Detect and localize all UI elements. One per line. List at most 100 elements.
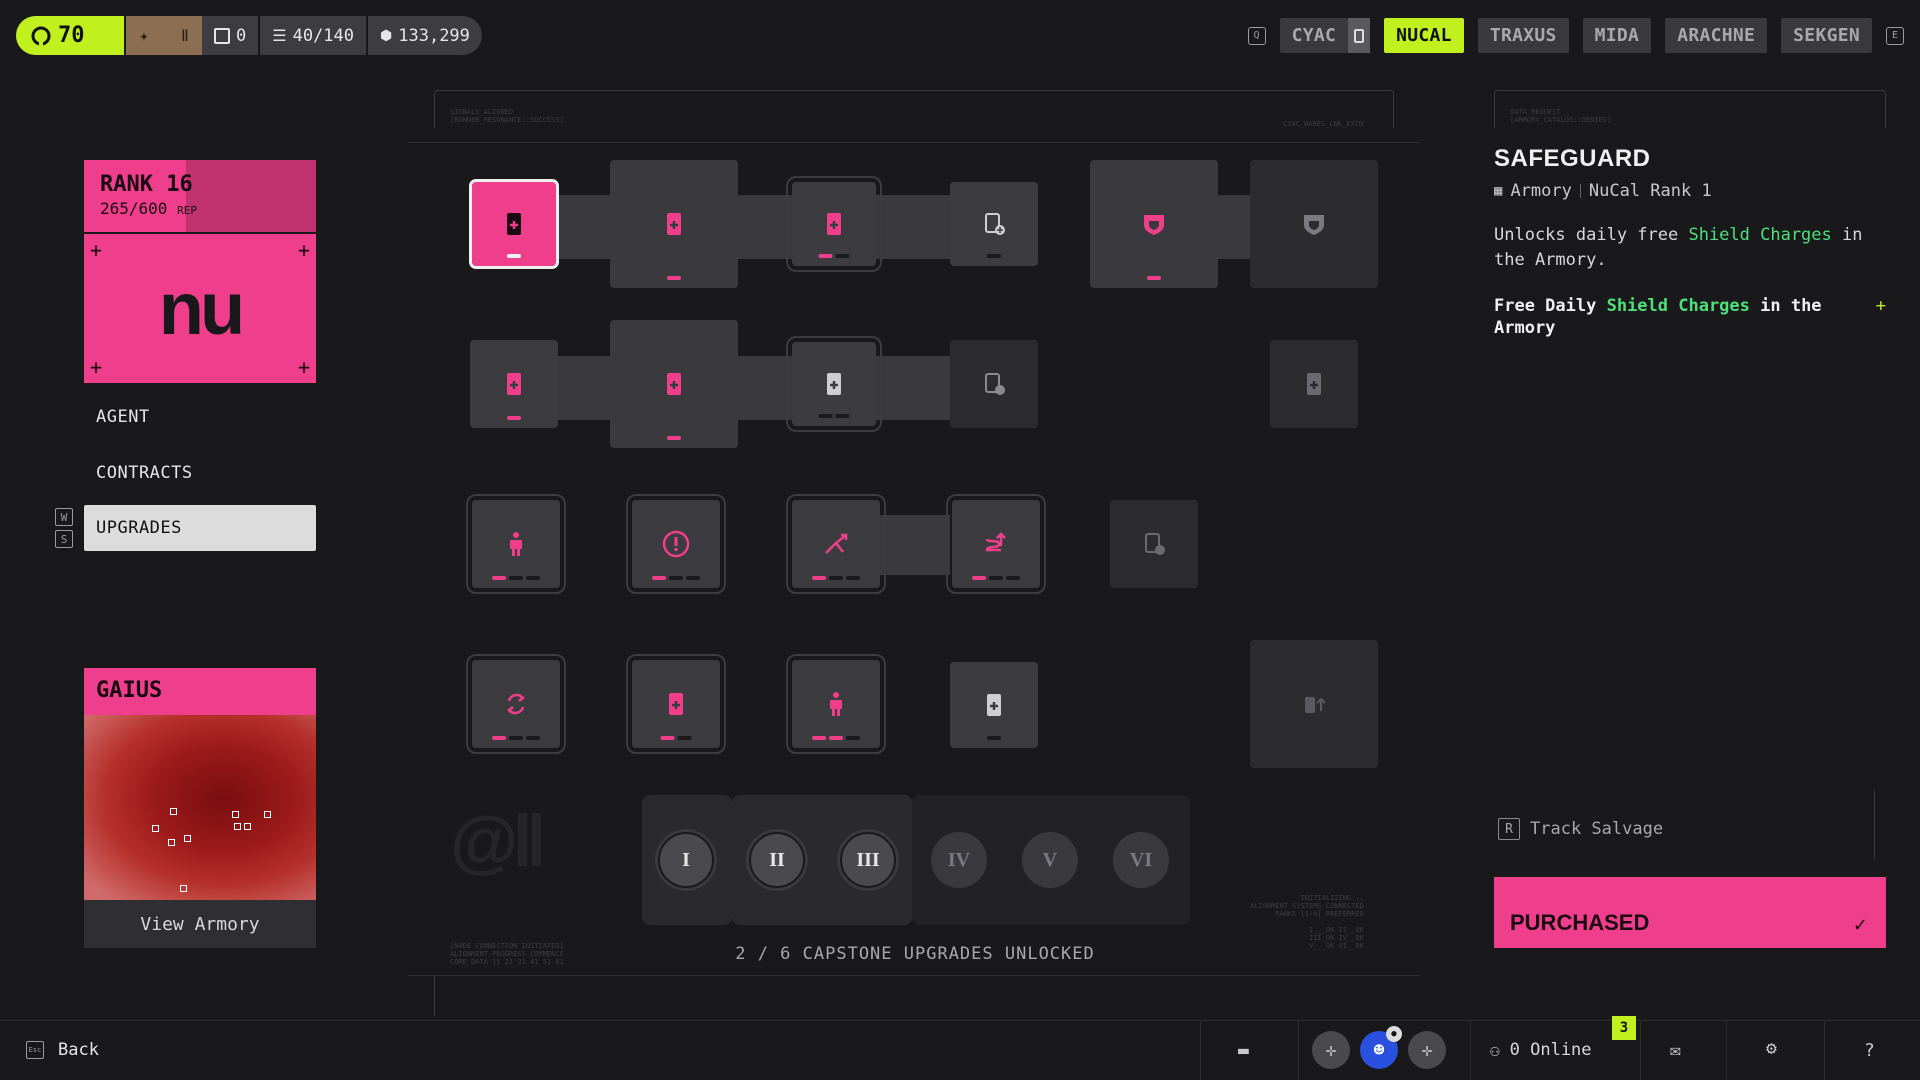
bottom-divider [1470, 1020, 1471, 1080]
stash-icon: ☰ [272, 26, 287, 45]
party-slot-add-icon[interactable]: ✛ [1312, 1031, 1350, 1069]
purchased-button[interactable]: PURCHASED ✓ [1494, 877, 1886, 948]
chat-icon[interactable]: ▬ [1238, 1040, 1249, 1061]
shield-badge-icon [1304, 215, 1324, 235]
upgrade-node[interactable] [950, 182, 1038, 266]
purchased-label: PURCHASED [1510, 910, 1650, 935]
mail-icon[interactable]: ✉ [1670, 1040, 1681, 1061]
upgrade-node-safeguard[interactable] [469, 179, 559, 269]
tab-mida[interactable]: MIDA [1582, 18, 1652, 53]
route-split-icon [825, 533, 848, 554]
upgrade-node[interactable] [610, 160, 738, 288]
upgrade-node[interactable] [786, 176, 882, 272]
credits-value: 133,299 [398, 25, 470, 46]
upgrade-node[interactable] [950, 662, 1038, 748]
faction-tabs: Q CYAC NUCAL TRAXUS MIDA ARACHNE SEKGEN … [1247, 18, 1904, 53]
party-slot-add-icon[interactable]: ✛ [1408, 1031, 1446, 1069]
nucal-watermark: @Ⅱ [450, 802, 547, 880]
desc-highlight: Shield Charges [1688, 225, 1832, 245]
cyac-contract-icon[interactable] [1348, 18, 1371, 53]
back-button[interactable]: Esc Back [26, 1040, 99, 1060]
track-salvage[interactable]: R Track Salvage [1498, 818, 1663, 840]
upgrade-node[interactable] [786, 654, 886, 754]
upgrade-node[interactable] [470, 340, 558, 428]
mic-icon: ● [1386, 1026, 1402, 1042]
online-label: 0 Online [1509, 1040, 1592, 1060]
upgrade-node[interactable] [466, 654, 566, 754]
shield-charge-icon [827, 213, 841, 235]
tree-frame-top [434, 90, 1394, 128]
upgrade-node[interactable] [610, 320, 738, 448]
level-value: 70 [58, 23, 85, 48]
topbar-stats: 70 ✦ Ⅱ 0 ☰ 40/140 ⬢ 133,299 [16, 16, 482, 55]
upgrade-node-locked[interactable] [1250, 640, 1378, 768]
prestige-badge[interactable]: ✦ Ⅱ [126, 16, 202, 55]
view-armory-button[interactable]: View Armory [84, 900, 316, 948]
menu-contracts[interactable]: CONTRACTS [84, 450, 316, 496]
esc-key: Esc [26, 1041, 44, 1059]
detail-frame-side [1874, 790, 1875, 860]
notification-badge: 3 [1612, 1016, 1636, 1040]
agent-upgrade-icon [510, 532, 522, 556]
tab-traxus[interactable]: TRAXUS [1477, 18, 1569, 53]
upgrade-node-locked[interactable] [1250, 160, 1378, 288]
upgrade-node[interactable] [786, 494, 886, 594]
level-badge[interactable]: 70 [16, 16, 126, 55]
bottom-divider [1824, 1020, 1825, 1080]
back-label: Back [58, 1040, 99, 1060]
prev-faction-key[interactable]: Q [1247, 26, 1266, 45]
menu-upgrades[interactable]: UPGRADES [84, 505, 316, 551]
help-icon[interactable]: ? [1864, 1040, 1875, 1061]
inbox-icon [214, 27, 230, 44]
upgrade-node-locked[interactable] [950, 340, 1038, 428]
cyac-readout: CYAC_WARES_LNK_EXTN [1283, 120, 1364, 128]
next-faction-key[interactable]: E [1886, 26, 1904, 45]
upgrade-arrow-icon [1305, 697, 1326, 713]
capstone-1[interactable]: I [658, 832, 714, 888]
bottom-divider [1640, 1020, 1641, 1080]
stash-counter[interactable]: ☰ 40/140 [260, 16, 369, 55]
tab-cyac[interactable]: CYAC [1279, 18, 1349, 53]
faction-logo-panel: + + + + nu [84, 232, 316, 383]
capstone-3[interactable]: III [840, 832, 896, 888]
rank-progress-unit: REP [177, 204, 197, 217]
upgrade-node[interactable] [786, 336, 882, 432]
shield-charge-icon [507, 373, 521, 395]
capstone-2[interactable]: II [749, 832, 805, 888]
perk-highlight: Shield Charges [1606, 296, 1750, 316]
upgrade-node[interactable] [466, 494, 566, 594]
inbox-counter[interactable]: 0 [202, 16, 261, 55]
upgrade-node-locked[interactable] [1270, 340, 1358, 428]
tab-arachne[interactable]: ARACHNE [1665, 18, 1768, 53]
credits-counter[interactable]: ⬢ 133,299 [368, 16, 482, 55]
settings-gear-icon[interactable]: ⚙ [1766, 1038, 1777, 1059]
perk-text: Free Daily [1494, 296, 1607, 316]
capstone-4[interactable]: IV [931, 832, 987, 888]
upgrade-node[interactable] [626, 654, 726, 754]
capstone-6[interactable]: VI [1113, 832, 1169, 888]
handler-card: GAIUS View Armory [84, 668, 316, 948]
rank-card: RANK 16 265/600 REP + + + + nu [84, 160, 316, 383]
tab-sekgen[interactable]: SEKGEN [1781, 18, 1872, 53]
shield-charge-icon [1307, 373, 1321, 395]
route-loop-icon [985, 532, 1006, 552]
capstone-5[interactable]: V [1022, 832, 1078, 888]
handler-name: GAIUS [84, 668, 316, 715]
check-icon: ✓ [1852, 915, 1868, 935]
capstone-track: I II III IV V VI [640, 795, 1190, 925]
track-key: R [1498, 818, 1520, 840]
upgrade-node[interactable] [946, 494, 1046, 594]
menu-agent[interactable]: AGENT [84, 394, 316, 440]
desc-text: Unlocks daily free [1494, 225, 1689, 245]
upgrade-node-locked[interactable] [1110, 500, 1198, 588]
upgrade-node[interactable] [626, 494, 726, 594]
consumable-slot-icon [1145, 533, 1165, 555]
alert-icon [662, 530, 690, 558]
upgrade-node[interactable] [1090, 160, 1218, 288]
tab-nucal[interactable]: NUCAL [1384, 18, 1464, 53]
credits-icon: ⬢ [380, 27, 393, 44]
corner-plus-icon: + [297, 355, 310, 379]
tree-frame-foot [434, 976, 435, 1016]
friends-online[interactable]: ⚇ 0 Online [1490, 1040, 1592, 1060]
prestige-tier-icon: Ⅱ [180, 26, 189, 45]
